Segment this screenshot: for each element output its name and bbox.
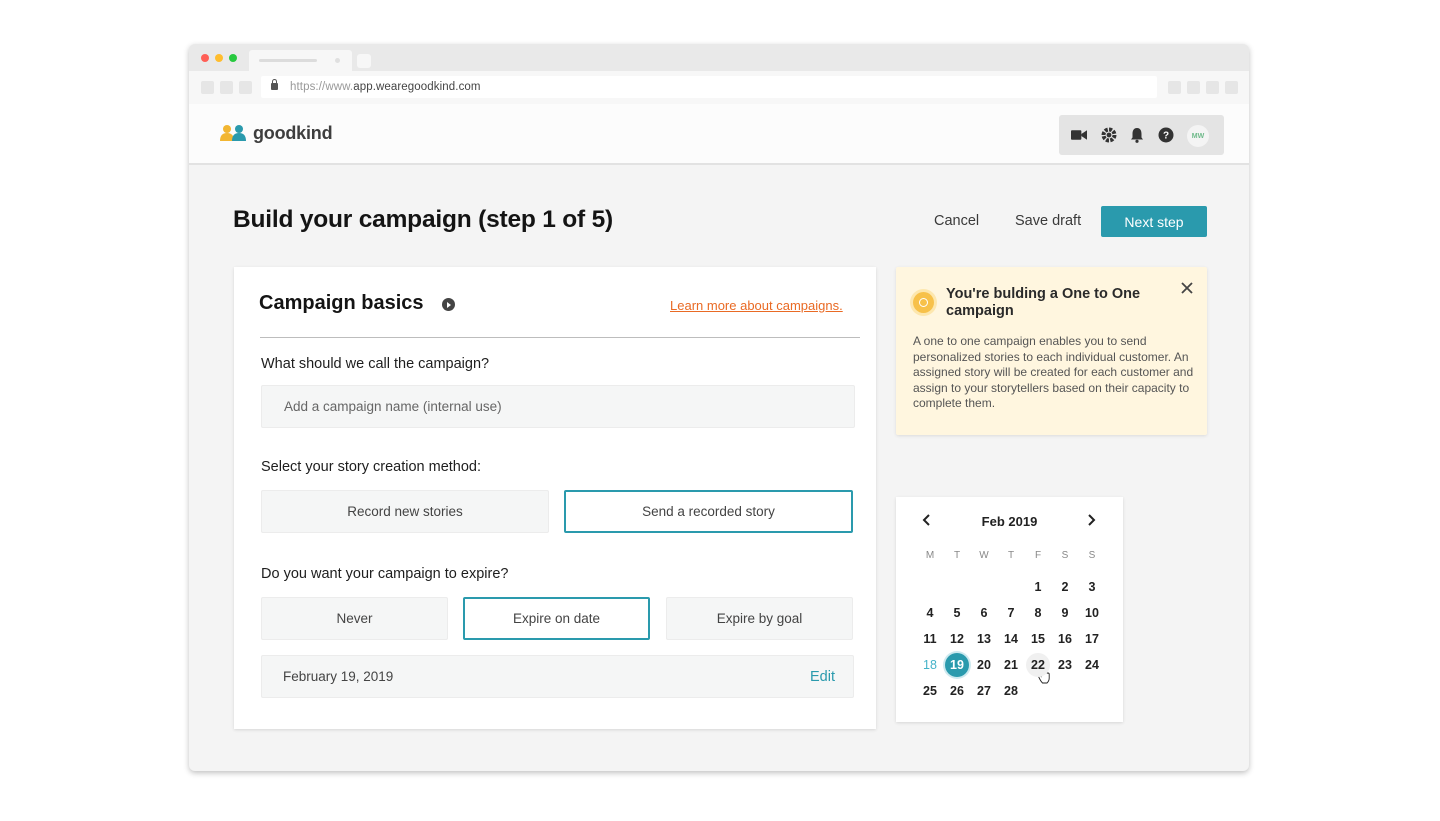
story-method-label: Select your story creation method: [261, 459, 482, 475]
expire-date-value: February 19, 2019 [283, 669, 394, 684]
extension-button-1[interactable] [1168, 81, 1181, 94]
gear-icon[interactable] [1101, 127, 1117, 143]
calendar-day[interactable]: 18 [918, 653, 942, 677]
calendar-day[interactable]: 20 [972, 653, 996, 677]
calendar-day[interactable]: 24 [1080, 653, 1104, 677]
app-header: goodkind ? MW [189, 104, 1249, 165]
close-window-button[interactable] [201, 54, 209, 62]
calendar-day[interactable]: 23 [1053, 653, 1077, 677]
close-icon[interactable] [1180, 281, 1194, 295]
calendar-day[interactable]: 2 [1053, 575, 1077, 599]
browser-window: https://www.app.wearegoodkind.com goodki… [189, 44, 1249, 771]
weekday-header: S [1061, 550, 1069, 561]
weekday-header: T [1007, 550, 1015, 561]
calendar-day[interactable]: 3 [1080, 575, 1104, 599]
calendar-day[interactable]: 6 [972, 601, 996, 625]
campaign-basics-card: Campaign basics Learn more about campaig… [234, 267, 876, 729]
svg-text:?: ? [1163, 131, 1169, 142]
calendar-day[interactable]: 15 [1026, 627, 1050, 651]
user-avatar[interactable]: MW [1187, 125, 1209, 147]
next-step-button[interactable]: Next step [1101, 206, 1207, 237]
chevron-right-icon[interactable] [1084, 513, 1098, 527]
save-draft-button[interactable]: Save draft [1015, 213, 1081, 229]
calendar-day[interactable]: 14 [999, 627, 1023, 651]
weekday-header: T [953, 550, 961, 561]
calendar-day[interactable]: 28 [999, 679, 1023, 703]
address-bar: https://www.app.wearegoodkind.com [189, 71, 1249, 104]
url-field[interactable]: https://www.app.wearegoodkind.com [261, 76, 1157, 98]
option-record-new-stories[interactable]: Record new stories [261, 490, 549, 533]
calendar-day[interactable]: 10 [1080, 601, 1104, 625]
calendar-day[interactable]: 27 [972, 679, 996, 703]
extension-button-3[interactable] [1206, 81, 1219, 94]
reload-button[interactable] [239, 81, 252, 94]
forward-button[interactable] [220, 81, 233, 94]
option-expire-by-goal[interactable]: Expire by goal [666, 597, 853, 640]
new-tab-button[interactable] [357, 54, 371, 68]
calendar-day[interactable]: 12 [945, 627, 969, 651]
video-camera-icon[interactable] [1071, 127, 1087, 143]
card-title: Campaign basics [259, 292, 424, 314]
calendar-day[interactable]: 11 [918, 627, 942, 651]
weekday-header: S [1088, 550, 1096, 561]
calendar-day[interactable]: 4 [918, 601, 942, 625]
calendar-day[interactable]: 26 [945, 679, 969, 703]
lock-icon [271, 79, 278, 90]
option-expire-never[interactable]: Never [261, 597, 448, 640]
weekday-header: F [1034, 550, 1042, 561]
expire-date-field[interactable]: February 19, 2019 Edit [261, 655, 854, 698]
extension-button-2[interactable] [1187, 81, 1200, 94]
info-icon [913, 292, 934, 313]
calendar-day[interactable]: 21 [999, 653, 1023, 677]
info-title: You're bulding a One to One campaign [946, 286, 1141, 319]
browser-menu-button[interactable] [1225, 81, 1238, 94]
browser-tabbar [189, 44, 1249, 71]
calendar-day[interactable]: 9 [1053, 601, 1077, 625]
browser-tab[interactable] [249, 50, 352, 71]
help-icon[interactable]: ? [1158, 127, 1174, 143]
calendar-day[interactable]: 8 [1026, 601, 1050, 625]
tab-title-placeholder [259, 59, 317, 62]
bell-icon[interactable] [1129, 127, 1145, 143]
calendar-day[interactable]: 13 [972, 627, 996, 651]
expire-label: Do you want your campaign to expire? [261, 566, 509, 582]
weekday-header: W [979, 550, 989, 561]
calendar-day[interactable]: 7 [999, 601, 1023, 625]
play-icon[interactable] [442, 298, 455, 311]
campaign-type-info-box: You're bulding a One to One campaign A o… [896, 267, 1207, 435]
calendar-day-selected[interactable]: 19 [945, 653, 969, 677]
url-text: https://www.app.wearegoodkind.com [290, 81, 481, 93]
option-expire-on-date[interactable]: Expire on date [463, 597, 650, 640]
campaign-name-input[interactable] [261, 385, 855, 428]
campaign-name-label: What should we call the campaign? [261, 356, 490, 372]
weekday-header: M [925, 550, 935, 561]
page-title: Build your campaign (step 1 of 5) [233, 206, 614, 233]
cancel-button[interactable]: Cancel [934, 213, 979, 229]
header-toolbar: ? MW [1059, 115, 1224, 155]
calendar-day[interactable]: 1 [1026, 575, 1050, 599]
goodkind-logo-icon [220, 125, 246, 141]
divider [260, 337, 860, 338]
back-button[interactable] [201, 81, 214, 94]
maximize-window-button[interactable] [229, 54, 237, 62]
calendar-day[interactable]: 17 [1080, 627, 1104, 651]
calendar-day[interactable]: 5 [945, 601, 969, 625]
date-picker: Feb 2019 M T W T F S S 1 2 3 4 5 6 7 8 9 10 11 12 13 14 15 16 1… [896, 497, 1123, 722]
edit-date-button[interactable]: Edit [810, 669, 835, 685]
tab-close-icon[interactable] [335, 58, 340, 63]
option-send-recorded-story[interactable]: Send a recorded story [564, 490, 853, 533]
calendar-day[interactable]: 22 [1026, 653, 1050, 677]
minimize-window-button[interactable] [215, 54, 223, 62]
calendar-day[interactable]: 25 [918, 679, 942, 703]
calendar-day[interactable]: 16 [1053, 627, 1077, 651]
learn-more-link[interactable]: Learn more about campaigns. [670, 298, 843, 313]
logo-text[interactable]: goodkind [253, 123, 333, 144]
info-body: A one to one campaign enables you to sen… [913, 334, 1194, 410]
